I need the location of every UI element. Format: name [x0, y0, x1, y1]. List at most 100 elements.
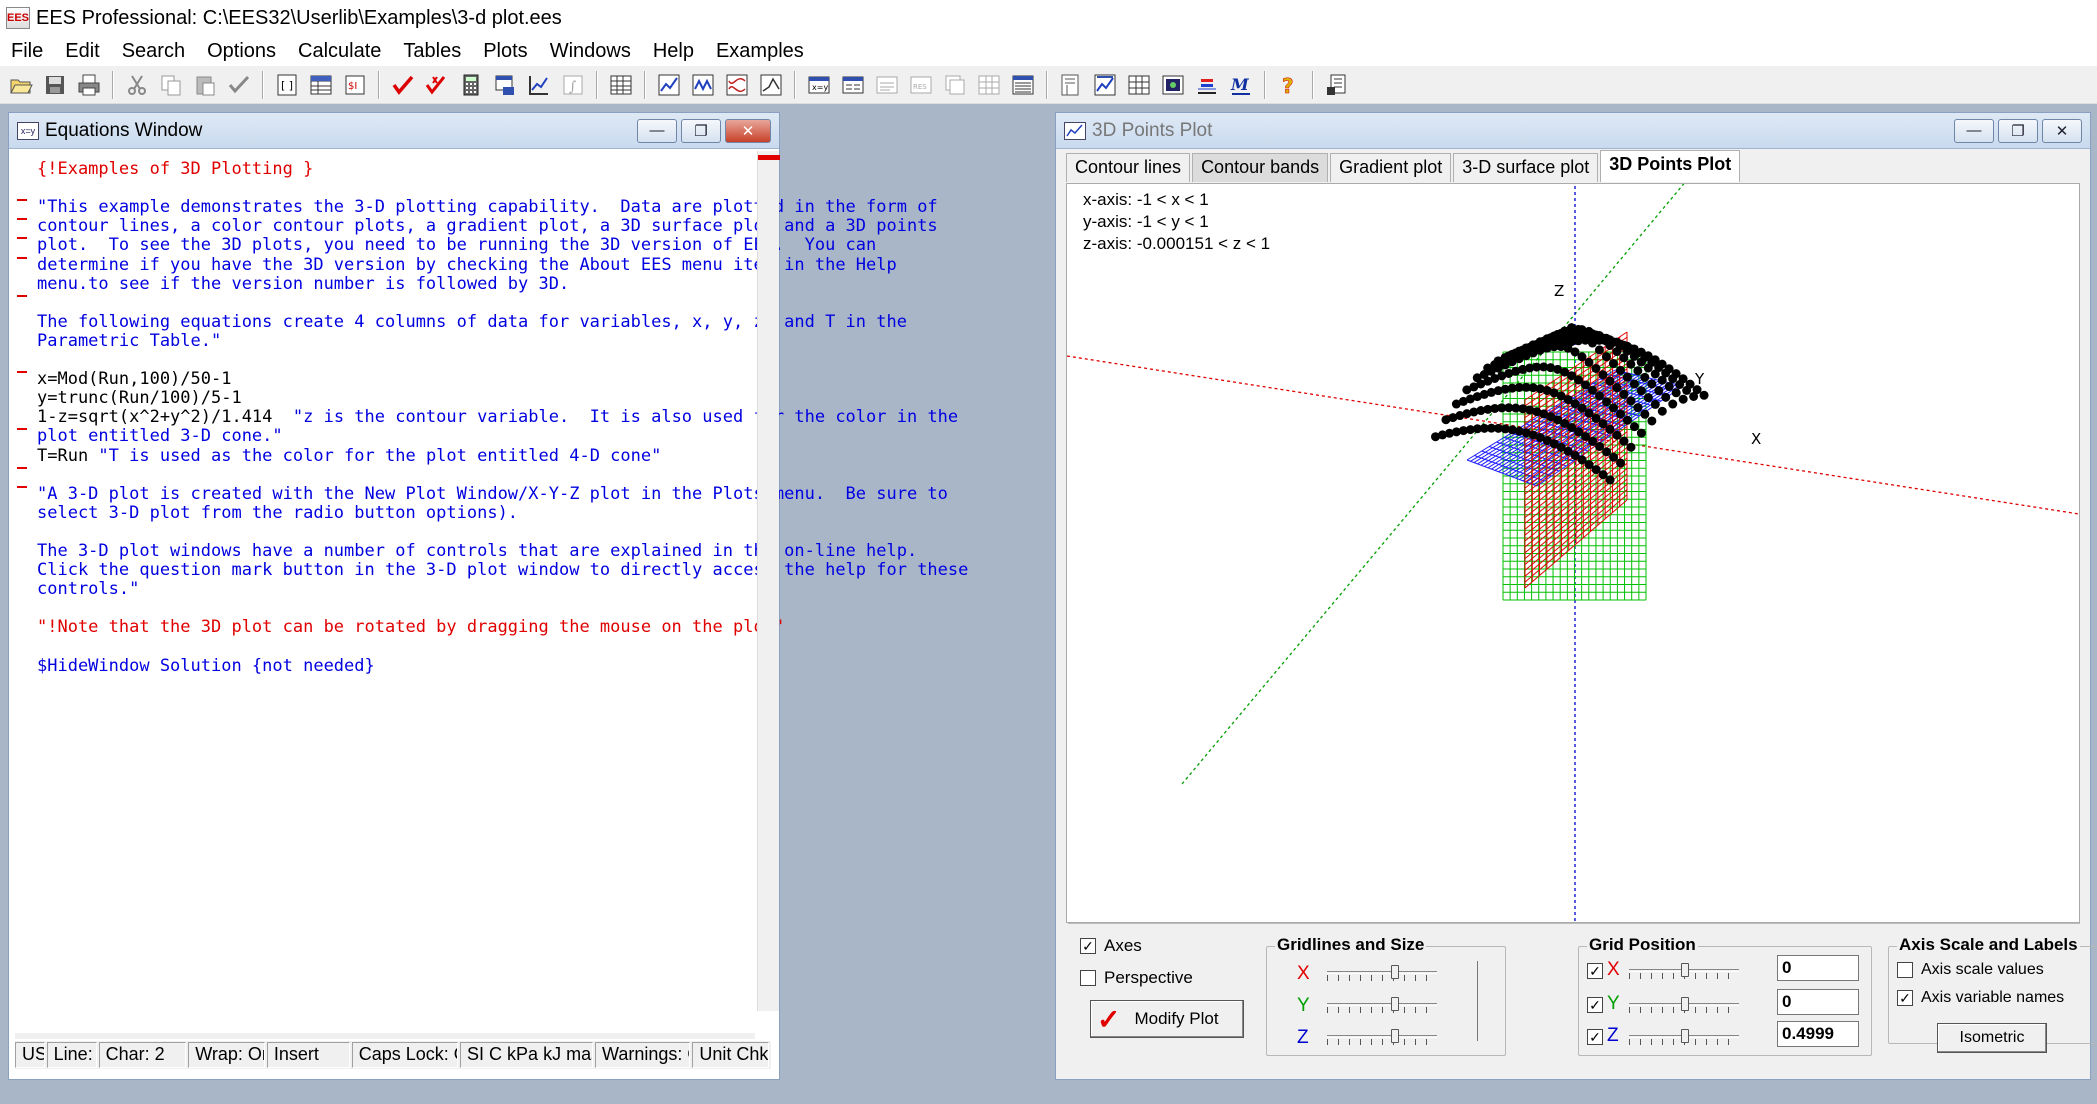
menu-tables[interactable]: Tables [392, 40, 472, 63]
bar-icon[interactable] [1192, 70, 1222, 100]
equations-vertical-scrollbar[interactable] [757, 151, 780, 1011]
calculator-icon[interactable] [456, 70, 486, 100]
minimize-icon[interactable]: — [637, 118, 677, 143]
plot-icon[interactable] [524, 70, 554, 100]
formatted-eq-icon[interactable]: [ ] [272, 70, 302, 100]
xyz-plot-icon[interactable] [722, 70, 752, 100]
tab-gradient-plot[interactable]: Gradient plot [1330, 153, 1452, 182]
equation-line[interactable]: select 3-D plot from the radio button op… [37, 501, 518, 527]
text-icon[interactable] [1008, 70, 1038, 100]
grid-position-y-slider[interactable] [1629, 997, 1739, 1013]
xy-icon[interactable] [756, 70, 786, 100]
perspective-option[interactable]: Perspective [1080, 968, 1193, 988]
grid-size-vertical-slider[interactable] [1477, 961, 1493, 1041]
integral-icon[interactable]: ∫ [558, 70, 588, 100]
picture-icon[interactable] [1158, 70, 1188, 100]
tab-contour-bands[interactable]: Contour bands [1192, 153, 1329, 182]
status-warnings[interactable]: Warnings: On [595, 1042, 691, 1068]
grid-position-x-slider[interactable] [1629, 963, 1739, 979]
perspective-checkbox[interactable] [1080, 970, 1096, 986]
tab-3d-surface-plot[interactable]: 3-D surface plot [1453, 153, 1599, 182]
plot-canvas[interactable]: x-axis: -1 < x < 1 y-axis: -1 < y < 1 z-… [1066, 183, 2080, 923]
menu-options[interactable]: Options [196, 40, 287, 63]
lookup-icon[interactable] [490, 70, 520, 100]
equation-line[interactable]: controls." [37, 577, 139, 603]
save-icon[interactable] [40, 70, 70, 100]
cut-icon[interactable] [122, 70, 152, 100]
help-icon[interactable]: ? [1274, 70, 1304, 100]
menu-help[interactable]: Help [642, 40, 705, 63]
grid-y-checkbox[interactable]: ✓ [1587, 997, 1603, 1013]
macro-icon[interactable]: M [1226, 70, 1256, 100]
grid-size-x-slider[interactable] [1327, 965, 1437, 981]
equation-line[interactable]: T=Run "T is used as the color for the pl… [37, 444, 661, 470]
equations-horizontal-scrollbar[interactable] [15, 1033, 755, 1039]
array-icon[interactable] [940, 70, 970, 100]
modify-plot-button[interactable]: ✓ Modify Plot [1090, 1000, 1244, 1038]
status-unit-check[interactable]: Unit Chk: C [692, 1042, 769, 1068]
equation-line[interactable]: $HideWindow Solution {not needed} [37, 654, 375, 680]
equation-line[interactable]: "!Note that the 3D plot can be rotated b… [37, 615, 784, 641]
equation-line[interactable]: Parametric Table." [37, 329, 221, 355]
res-icon[interactable]: RES [906, 70, 936, 100]
si-icon[interactable]: $I [340, 70, 370, 100]
plot-window[interactable]: 3D Points Plot — ❐ ✕ Contour lines Conto… [1055, 112, 2097, 1080]
grid-x-checkbox[interactable]: ✓ [1587, 963, 1603, 979]
axis-scale-values-checkbox[interactable] [1897, 962, 1913, 978]
axes-checkbox[interactable]: ✓ [1080, 938, 1096, 954]
grid-z-checkbox[interactable]: ✓ [1587, 1029, 1603, 1045]
grid-position-z-input[interactable]: 0.4999 [1777, 1021, 1859, 1047]
axis-scale-values-option[interactable]: Axis scale values [1897, 961, 2044, 979]
restore-icon[interactable]: ❐ [1998, 118, 2038, 143]
menu-windows[interactable]: Windows [539, 40, 642, 63]
close-icon[interactable]: ✕ [725, 118, 771, 143]
menu-examples[interactable]: Examples [705, 40, 815, 63]
parametric-table-icon[interactable] [606, 70, 636, 100]
copy-icon[interactable] [156, 70, 186, 100]
bar-plot-icon[interactable] [688, 70, 718, 100]
grid-position-x-input[interactable]: 0 [1777, 955, 1859, 981]
tab-contour-lines[interactable]: Contour lines [1066, 153, 1191, 182]
equation-line[interactable]: menu.to see if the version number is fol… [37, 272, 569, 298]
menu-search[interactable]: Search [111, 40, 196, 63]
table2-icon[interactable] [974, 70, 1004, 100]
grid-icon[interactable] [1090, 70, 1120, 100]
equation-line[interactable]: Click the question mark button in the 3-… [37, 558, 968, 584]
print-icon[interactable] [74, 70, 104, 100]
grid-position-z-slider[interactable] [1629, 1029, 1739, 1045]
axes-option[interactable]: ✓ Axes [1080, 936, 1142, 956]
tab-3d-points-plot[interactable]: 3D Points Plot [1600, 150, 1741, 182]
open-icon[interactable] [6, 70, 36, 100]
axis-variable-names-checkbox[interactable]: ✓ [1897, 990, 1913, 1006]
plot3d-icon[interactable] [1056, 70, 1086, 100]
minimize-icon[interactable]: — [1954, 118, 1994, 143]
window-icon[interactable] [872, 70, 902, 100]
tool-icon[interactable] [1322, 70, 1352, 100]
grid-size-y-slider[interactable] [1327, 997, 1437, 1013]
restore-icon[interactable]: ❐ [681, 118, 721, 143]
check-units-icon[interactable] [224, 70, 254, 100]
menu-plots[interactable]: Plots [472, 40, 538, 63]
menu-calculate[interactable]: Calculate [287, 40, 392, 63]
status-unit-system[interactable]: SI C kPa kJ mass deg [460, 1042, 593, 1068]
axis-variable-names-option[interactable]: ✓ Axis variable names [1897, 989, 2064, 1007]
plot-window-titlebar[interactable]: 3D Points Plot — ❐ ✕ [1056, 113, 2090, 149]
grid-size-z-slider[interactable] [1327, 1029, 1437, 1045]
menu-file[interactable]: File [0, 40, 54, 63]
equations-window[interactable]: x=y Equations Window — ❐ ✕ {!Examples of… [8, 112, 968, 1080]
grid-position-y-input[interactable]: 0 [1777, 989, 1859, 1015]
status-wrap[interactable]: Wrap: On [188, 1042, 265, 1068]
line-plot-icon[interactable] [654, 70, 684, 100]
paste-icon[interactable] [190, 70, 220, 100]
check-icon[interactable] [388, 70, 418, 100]
table3-icon[interactable] [1124, 70, 1154, 100]
status-insert[interactable]: Insert [266, 1042, 350, 1068]
plot-3d-svg[interactable]: Z Y X [1067, 184, 2079, 922]
menu-edit[interactable]: Edit [54, 40, 110, 63]
table-icon[interactable] [306, 70, 336, 100]
close-icon[interactable]: ✕ [2042, 118, 2082, 143]
equations-editor[interactable]: {!Examples of 3D Plotting } "This example… [15, 151, 968, 1011]
diagram-icon[interactable]: x=y [804, 70, 834, 100]
report-icon[interactable] [838, 70, 868, 100]
equations-window-titlebar[interactable]: x=y Equations Window — ❐ ✕ [9, 113, 779, 149]
